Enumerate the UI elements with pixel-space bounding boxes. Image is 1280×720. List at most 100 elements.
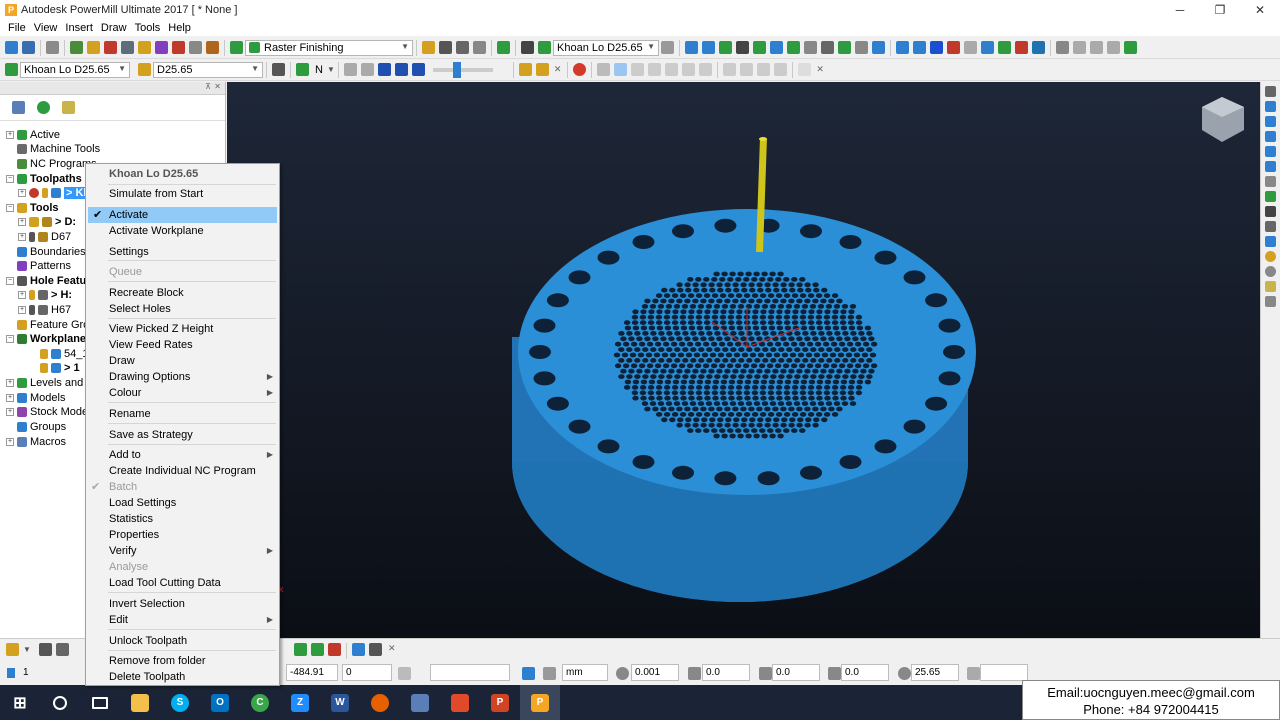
bottom-grid-icon[interactable] [38,643,52,656]
sim-stock-icon[interactable] [535,63,549,76]
viewmill-icon-2[interactable] [614,63,628,76]
rapid-move-icon[interactable] [121,41,134,54]
explorer-tree-icon[interactable] [12,101,25,114]
viewmill-icon-11[interactable] [774,63,788,76]
bottom-edit-icon-2[interactable] [311,643,324,656]
explorer-folder-icon[interactable] [62,101,75,114]
taskbar-skype[interactable]: S [160,685,200,720]
tree-item-groups[interactable]: Groups [17,420,66,434]
coord-x-field[interactable]: -484.91 [286,664,338,681]
view-icon-5[interactable] [753,41,766,54]
taskbar-firefox[interactable] [360,685,400,720]
cross-tool-icon[interactable] [497,41,510,54]
viewmill-icon-6[interactable] [682,63,696,76]
taskbar-powerpoint[interactable]: P [480,685,520,720]
tree-item-hole-h67[interactable]: + H67 [18,303,71,317]
shade-icon-3[interactable] [930,41,943,54]
bottom-close-icon[interactable]: ✕ [388,643,396,659]
tree-item-tool-d67[interactable]: + D67 [18,230,71,244]
wizard-icon[interactable] [422,41,435,54]
menu-help[interactable]: Help [164,22,195,34]
toolpath-selector[interactable]: Khoan Lo D25.65 ▼ [553,39,659,56]
close-button[interactable]: ✕ [1240,0,1280,20]
menu-drawing-options[interactable]: Drawing Options ▶ [86,369,279,385]
shade-icon-5[interactable] [964,41,977,54]
tree-item-active-toolpath[interactable]: + > Kl [18,186,89,200]
bottom-edit-icon-5[interactable] [369,643,382,656]
view-icon-10[interactable] [838,41,851,54]
coord-y-field[interactable]: 0 [342,664,392,681]
bottom-tool-icon[interactable] [6,643,19,656]
glasses-icon[interactable] [521,41,534,54]
menu-view-feed-rates[interactable]: View Feed Rates [86,337,279,353]
shade-icon-1[interactable] [896,41,909,54]
menu-file[interactable]: File [4,22,30,34]
menu-edit[interactable]: Edit ▶ [86,612,279,628]
tree-item-workplanes[interactable]: − Workplanes [6,332,92,346]
bottom-edit-icon-3[interactable] [328,643,341,656]
start-button[interactable]: ⊞ [0,685,40,720]
viewmill-icon-3[interactable] [631,63,645,76]
view-bottom-icon[interactable] [1265,161,1276,172]
minimize-button[interactable]: ─ [1160,0,1200,20]
zoom-icon[interactable] [1056,41,1069,54]
view-cube[interactable] [1202,97,1244,142]
close-sim-icon[interactable]: ✕ [554,64,562,75]
tree-item-boundaries[interactable]: Boundaries [17,245,86,259]
taskbar-camtasia[interactable]: C [240,685,280,720]
prev-frame-icon[interactable] [360,63,374,76]
menu-view-picked-z-height[interactable]: View Picked Z Height [86,321,279,337]
tree-item-models[interactable]: + Models [6,391,65,405]
menu-draw[interactable]: Draw [86,353,279,369]
tree-item-workplane-54[interactable]: 54_1 [40,347,88,361]
probe-icon[interactable] [1090,41,1103,54]
bottom-block-icon[interactable] [55,643,69,656]
toolpath-icon[interactable] [538,41,551,54]
view-icon-9[interactable] [821,41,834,54]
tree-item-feature-groups[interactable]: Feature Grou [17,318,95,332]
view-icon-3[interactable] [719,41,732,54]
end-point-icon[interactable] [172,41,185,54]
edit-icon[interactable] [439,41,452,54]
play-icon[interactable] [377,63,391,76]
material-icon[interactable] [1265,251,1276,262]
viewmill-icon-10[interactable] [757,63,771,76]
explorer-globe-icon[interactable] [37,101,50,114]
menu-invert-selection[interactable]: Invert Selection [86,596,279,612]
taskbar-outlook[interactable]: O [200,685,240,720]
menu-statistics[interactable]: Statistics [86,511,279,527]
speed-slider[interactable] [432,61,493,78]
tree-item-tool-active[interactable]: + > D: [18,215,76,229]
menu-colour[interactable]: Colour ▶ [86,385,279,401]
machine-icon[interactable] [189,41,202,54]
calc-icon[interactable] [206,41,219,54]
tree-item-toolpaths[interactable]: − Toolpaths [6,172,82,186]
menu-select-holes[interactable]: Select Holes [86,301,279,317]
view-icon-11[interactable] [855,41,868,54]
tree-item-stock-models[interactable]: + Stock Mode [6,405,88,419]
tree-item-workplane-1[interactable]: > 1 [40,361,80,375]
menu-add-to[interactable]: Add to ▶ [86,447,279,463]
last-frame-icon[interactable] [411,63,425,76]
view-iso-icon[interactable] [1265,86,1276,97]
print-icon[interactable] [46,41,59,54]
first-frame-icon[interactable] [343,63,357,76]
strategy-selector[interactable]: Raster Finishing ▼ [245,39,413,56]
walk-icon[interactable] [1265,296,1276,307]
menu-simulate-from-start[interactable]: Simulate from Start [86,186,279,202]
shade-icon-8[interactable] [1015,41,1028,54]
save-icon[interactable] [22,41,35,54]
taskbar-zalo[interactable]: Z [280,685,320,720]
next-frame-icon[interactable] [394,63,408,76]
viewmill-icon-9[interactable] [740,63,754,76]
viewmill-icon-8[interactable] [723,63,737,76]
viewmill-icon-7[interactable] [699,63,713,76]
viewmill-icon-4[interactable] [648,63,662,76]
diameter-field[interactable]: 25.65 [911,664,959,681]
record-icon[interactable] [573,63,587,76]
shaded-icon[interactable] [1265,221,1276,232]
menu-remove-from-folder[interactable]: Remove from folder [86,653,279,669]
strategy-icon[interactable] [230,41,243,54]
active-tool-selector[interactable]: D25.65 ▼ [153,61,263,78]
view-icon-4[interactable] [736,41,749,54]
